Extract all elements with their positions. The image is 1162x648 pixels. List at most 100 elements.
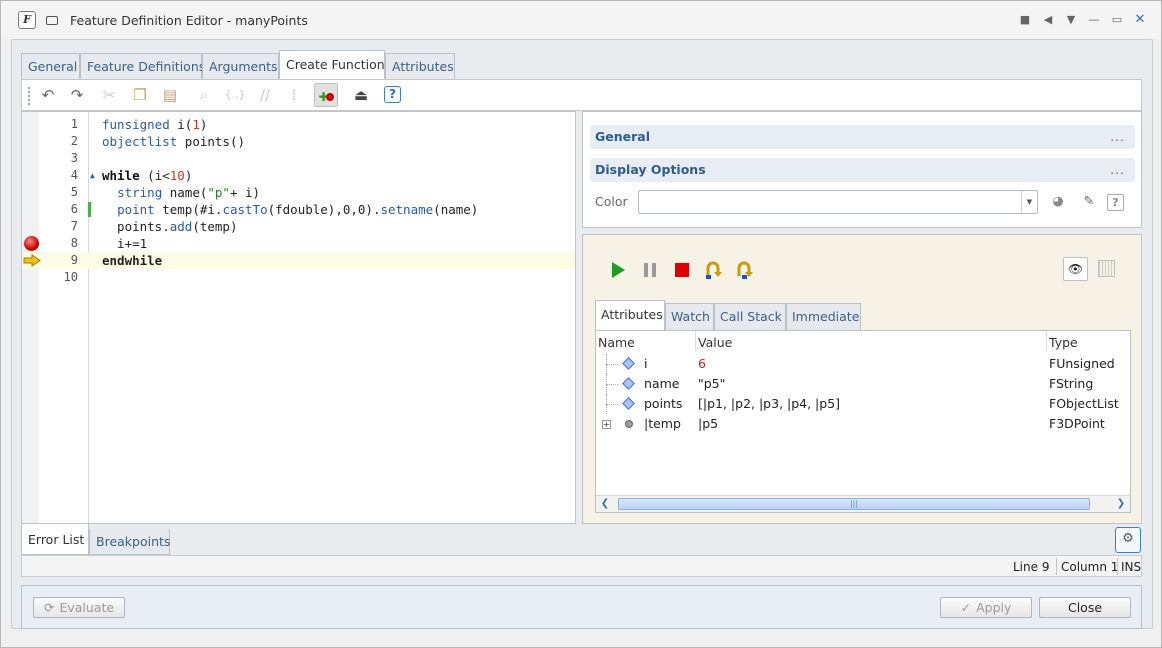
- status-insert-mode: INS: [1121, 560, 1142, 574]
- toolbar-grip[interactable]: [27, 86, 31, 106]
- code-line[interactable]: 2 objectlist points(): [22, 133, 575, 150]
- variable-value: 6: [698, 356, 706, 371]
- expand-plus-icon[interactable]: +: [602, 420, 611, 429]
- color-label: Color: [595, 194, 628, 209]
- section-display-options[interactable]: Display Options ...: [590, 158, 1135, 182]
- stop-icon[interactable]: [672, 260, 692, 280]
- variable-name: name: [644, 376, 680, 391]
- help-button[interactable]: ?: [384, 86, 401, 103]
- window-menu-icon[interactable]: [46, 16, 58, 25]
- variables-grid: Name Value Type i 6 FUnsigned name "p5" …: [595, 330, 1131, 513]
- close-icon[interactable]: ✕: [1133, 12, 1147, 28]
- step-icon[interactable]: ⏏: [349, 83, 373, 107]
- section-more-button[interactable]: ...: [1110, 158, 1125, 182]
- scroll-right-icon[interactable]: ❯: [1112, 496, 1130, 512]
- comment-icon[interactable]: //: [253, 83, 277, 107]
- code-line[interactable]: 3: [22, 150, 575, 167]
- step-into-icon[interactable]: [735, 260, 755, 280]
- refresh-icon: ⟳: [43, 600, 55, 615]
- tab-debug-attributes[interactable]: Attributes: [595, 300, 665, 331]
- column-header-value[interactable]: Value: [698, 335, 732, 350]
- find-icon[interactable]: ⌕: [192, 83, 216, 107]
- run-icon[interactable]: [608, 260, 628, 280]
- code-line[interactable]: 10: [22, 269, 575, 286]
- code-line[interactable]: 5 string name("p"+ i): [22, 184, 575, 201]
- step-over-icon[interactable]: [704, 260, 724, 280]
- line-code[interactable]: string name("p"+ i): [102, 184, 260, 201]
- code-line[interactable]: 1 funsigned i(1): [22, 116, 575, 133]
- tab-arguments[interactable]: Arguments: [202, 53, 279, 80]
- paste-icon[interactable]: ▤: [158, 83, 182, 107]
- satellite-icon[interactable]: ⚙: [1115, 527, 1141, 553]
- column-header-name[interactable]: Name: [598, 335, 635, 350]
- close-button[interactable]: Close: [1039, 597, 1131, 618]
- scroll-thumb[interactable]: |||: [618, 498, 1090, 510]
- column-divider[interactable]: [695, 331, 696, 351]
- column-header-type[interactable]: Type: [1049, 335, 1078, 350]
- line-code[interactable]: points.add(temp): [102, 218, 237, 235]
- edit-pencil-icon[interactable]: ✎: [1079, 192, 1099, 212]
- tab-create-function[interactable]: Create Function: [279, 50, 385, 81]
- code-line-current[interactable]: 9 endwhile: [22, 252, 575, 269]
- line-code[interactable]: endwhile: [102, 252, 162, 269]
- variable-type: F3DPoint: [1049, 416, 1105, 431]
- evaluate-button[interactable]: ⟳ Evaluate: [33, 597, 125, 618]
- variable-name: points: [644, 396, 683, 411]
- line-code[interactable]: while (i<10): [102, 167, 192, 184]
- fold-marker-icon[interactable]: ▲: [90, 167, 95, 184]
- scroll-left-icon[interactable]: ❮: [596, 496, 614, 512]
- line-code[interactable]: funsigned i(1): [102, 116, 207, 133]
- variable-row[interactable]: name "p5" FString: [596, 374, 1130, 394]
- breakpoint-icon[interactable]: [24, 236, 39, 251]
- color-combobox[interactable]: ▼: [638, 190, 1038, 214]
- section-general[interactable]: General ...: [590, 125, 1135, 149]
- column-divider[interactable]: [1046, 331, 1047, 351]
- code-line[interactable]: 6 point temp(#i.castTo(fdouble),0,0).set…: [22, 201, 575, 218]
- tab-debug-immediate[interactable]: Immediate: [786, 303, 861, 330]
- editor-toolbar: ↶ ↷ ✂ ❐ ▤ ⌕ {..} // ⁞ ✚ ⏏ ?: [21, 79, 1142, 111]
- variable-name: i: [644, 356, 648, 371]
- code-editor[interactable]: 1 funsigned i(1) 2 objectlist points() 3…: [21, 111, 576, 524]
- palette-icon[interactable]: ◕: [1048, 192, 1068, 212]
- attribute-diamond-icon: [622, 397, 635, 410]
- editor-window: F Feature Definition Editor - manyPoints…: [0, 0, 1162, 648]
- code-line[interactable]: ▲ 4 while (i<10): [22, 167, 575, 184]
- stop-square-icon[interactable]: ■: [1018, 12, 1032, 28]
- undo-icon[interactable]: ↶: [36, 83, 60, 107]
- apply-button[interactable]: ✓ Apply: [940, 597, 1032, 618]
- variable-row[interactable]: i 6 FUnsigned: [596, 354, 1130, 374]
- tab-debug-watch[interactable]: Watch: [665, 303, 714, 330]
- status-divider: [1117, 558, 1118, 575]
- tab-error-list[interactable]: Error List: [21, 524, 89, 555]
- variable-value: |p5: [698, 416, 719, 431]
- line-code[interactable]: point temp(#i.castTo(fdouble),0,0).setna…: [102, 201, 478, 218]
- help-icon[interactable]: ?: [1107, 194, 1124, 211]
- tab-debug-call-stack[interactable]: Call Stack: [714, 303, 786, 330]
- redo-icon[interactable]: ↷: [65, 83, 89, 107]
- maximize-icon[interactable]: ▭: [1110, 12, 1124, 28]
- variable-row[interactable]: + |temp |p5 F3DPoint: [596, 414, 1130, 434]
- chevron-down-icon[interactable]: ▼: [1021, 191, 1037, 213]
- tab-attributes[interactable]: Attributes: [385, 53, 455, 80]
- dropdown-arrow-icon[interactable]: ▼: [1064, 12, 1078, 28]
- code-line[interactable]: 8 i+=1: [22, 235, 575, 252]
- pause-icon[interactable]: [640, 260, 660, 280]
- tab-breakpoints[interactable]: Breakpoints: [89, 529, 170, 555]
- ruler-icon[interactable]: [1098, 260, 1115, 277]
- format-brackets-icon[interactable]: {..}: [223, 83, 247, 107]
- eye-toggle-icon[interactable]: 👁: [1063, 257, 1088, 281]
- grip-dots-icon[interactable]: ⁞: [282, 83, 306, 107]
- tab-general[interactable]: General: [21, 53, 80, 80]
- tab-feature-definitions[interactable]: Feature Definitions: [80, 53, 205, 80]
- back-arrow-icon[interactable]: ◀: [1041, 12, 1055, 28]
- variable-row[interactable]: points [|p1, |p2, |p3, |p4, |p5] FObject…: [596, 394, 1130, 414]
- minimize-icon[interactable]: —: [1087, 12, 1101, 28]
- cut-icon[interactable]: ✂: [97, 83, 121, 107]
- horizontal-scrollbar[interactable]: ❮ ||| ❯: [596, 495, 1130, 512]
- toggle-breakpoint-icon[interactable]: ✚: [314, 83, 338, 107]
- copy-icon[interactable]: ❐: [128, 83, 152, 107]
- section-more-button[interactable]: ...: [1110, 125, 1125, 149]
- line-code[interactable]: objectlist points(): [102, 133, 245, 150]
- code-line[interactable]: 7 points.add(temp): [22, 218, 575, 235]
- line-code[interactable]: i+=1: [102, 235, 147, 252]
